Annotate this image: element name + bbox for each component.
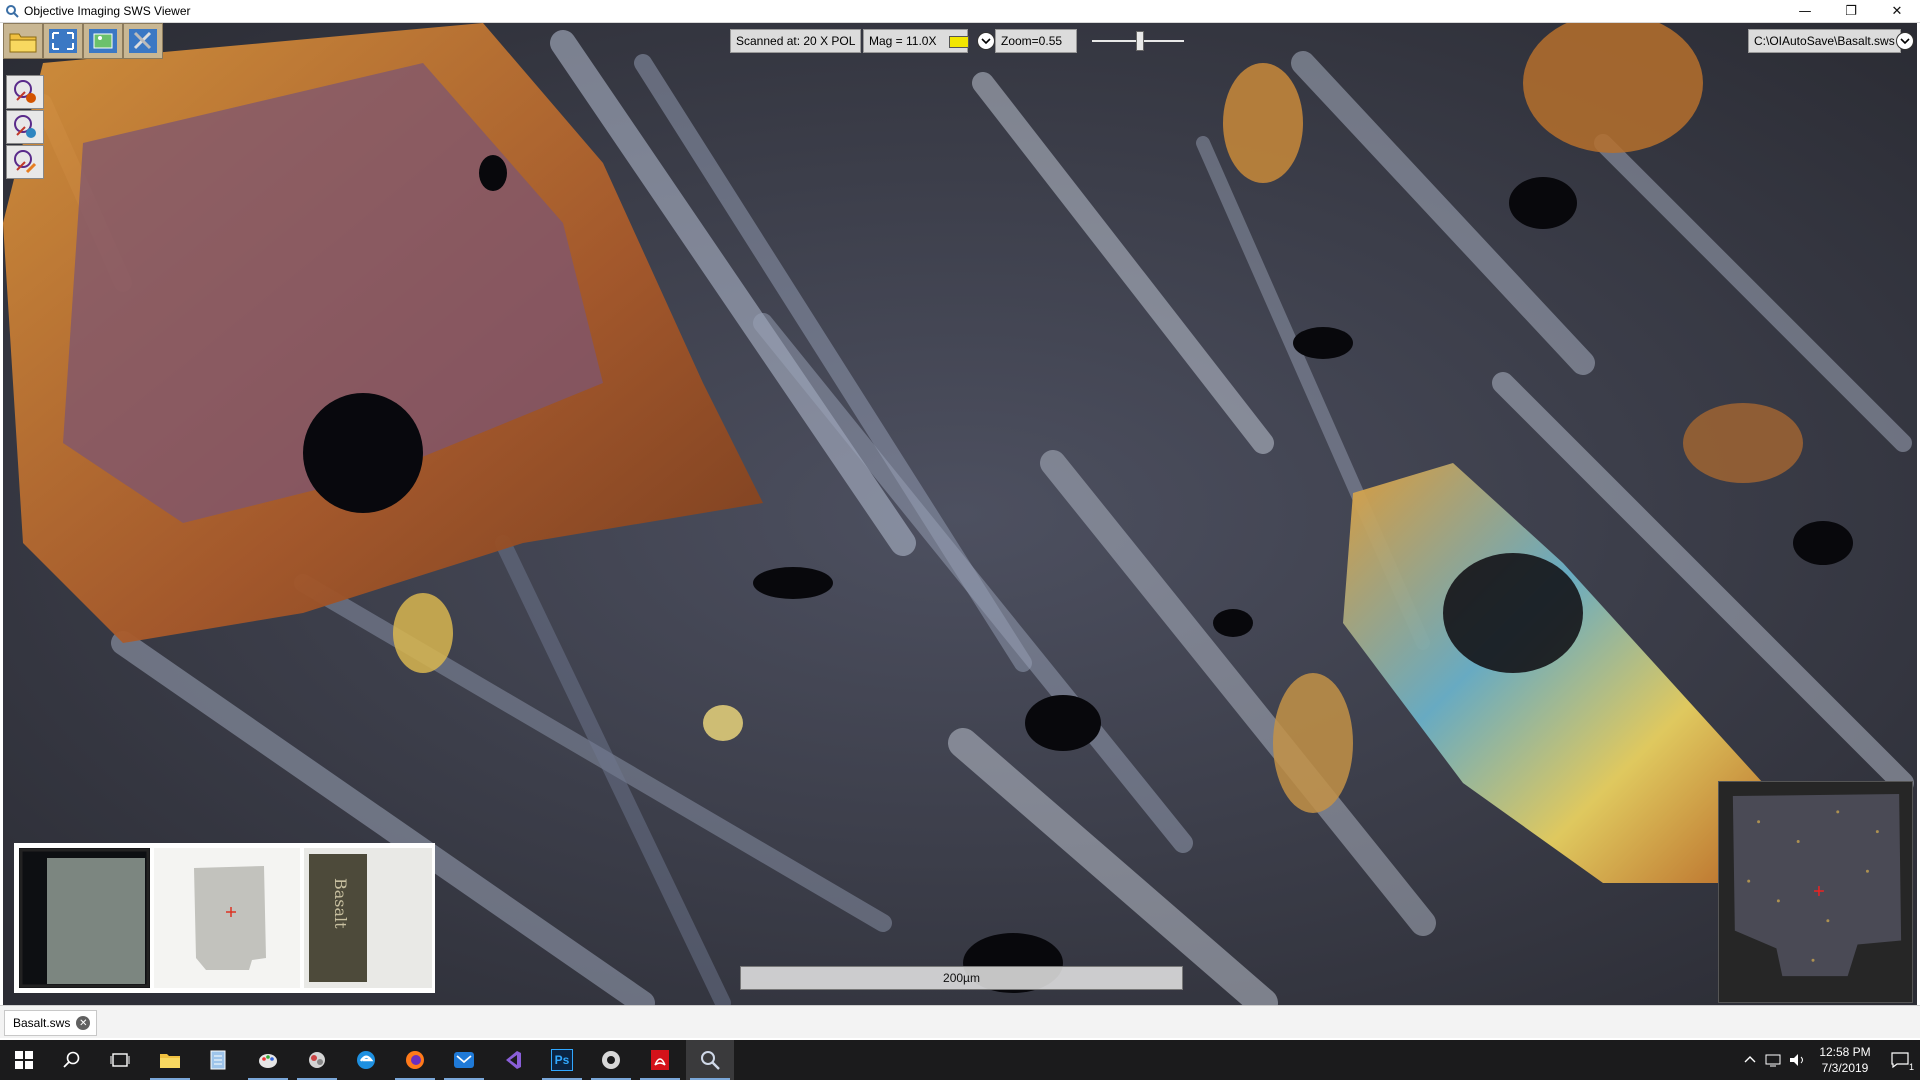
mag-dropdown-button[interactable]: [977, 32, 995, 50]
scale-bar-label: 200µm: [943, 971, 980, 985]
taskbar-file-explorer[interactable]: [146, 1040, 194, 1080]
photoshop-icon-label: Ps: [554, 1053, 570, 1067]
taskbar-email[interactable]: [440, 1040, 488, 1080]
annotate-edit-icon: [14, 150, 37, 174]
windows-taskbar: Ps 12:58 PM 7/3/2019 1: [0, 1040, 1920, 1080]
notepad-icon: [210, 1050, 226, 1070]
system-tray: 12:58 PM 7/3/2019 1: [1738, 1040, 1920, 1080]
edge-icon: [357, 1051, 375, 1069]
network-icon[interactable]: [1762, 1052, 1786, 1068]
taskbar-visual-studio[interactable]: [489, 1040, 537, 1080]
chevron-down-icon: [981, 38, 991, 45]
notification-count-badge: 1: [1908, 1062, 1914, 1072]
window-title: Objective Imaging SWS Viewer: [24, 4, 191, 18]
annotate-add-button[interactable]: [6, 75, 44, 109]
taskbar-edge[interactable]: [342, 1040, 390, 1080]
clock-time: 12:58 PM: [1819, 1045, 1871, 1059]
app-icon: [309, 1052, 325, 1068]
slide-overview-thumbnail[interactable]: [154, 848, 300, 988]
minimize-button[interactable]: —: [1782, 0, 1828, 22]
zoom-label: Zoom=0.55: [995, 29, 1077, 53]
file-dropdown-button[interactable]: [1896, 32, 1914, 50]
zoom-slider-thumb[interactable]: [1136, 31, 1144, 51]
sws-viewer-icon: [701, 1051, 720, 1070]
slide-label-text: Basalt: [331, 878, 350, 929]
start-icon: [15, 1051, 33, 1069]
restore-button[interactable]: ❐: [1828, 0, 1874, 22]
annotate-info-button[interactable]: [6, 110, 44, 144]
notification-icon: [1891, 1052, 1909, 1068]
taskbar-app[interactable]: [293, 1040, 341, 1080]
chevron-down-icon: [1900, 38, 1910, 45]
navigator-minimap[interactable]: [1718, 781, 1913, 1003]
taskbar-notepad[interactable]: [194, 1040, 242, 1080]
taskbar-firefox[interactable]: [391, 1040, 439, 1080]
search-button[interactable]: [48, 1040, 96, 1080]
taskbar-photoshop[interactable]: Ps: [538, 1040, 586, 1080]
email-icon: [454, 1052, 474, 1068]
app-logo-icon: [6, 5, 19, 18]
slide-label-thumbnail[interactable]: [19, 848, 150, 988]
open-file-button[interactable]: [3, 23, 43, 59]
taskbar-sws-viewer[interactable]: [686, 1040, 734, 1080]
volume-icon[interactable]: [1786, 1052, 1810, 1068]
document-tab-label: Basalt.sws: [13, 1016, 71, 1030]
annotate-edit-button[interactable]: [6, 145, 44, 179]
taskbar-media[interactable]: [587, 1040, 635, 1080]
visual-studio-icon: [506, 1051, 521, 1069]
taskbar-paint[interactable]: [244, 1040, 292, 1080]
tools-button[interactable]: [123, 23, 163, 59]
window-controls: — ❐ ✕: [1782, 0, 1920, 22]
fit-to-window-button[interactable]: [43, 23, 83, 59]
taskbar-acrobat[interactable]: [636, 1040, 684, 1080]
annotate-info-icon: [14, 115, 36, 138]
system-clock[interactable]: 12:58 PM 7/3/2019: [1810, 1044, 1880, 1076]
search-icon: [63, 1051, 80, 1068]
title-bar: Objective Imaging SWS Viewer — ❐ ✕: [0, 0, 1920, 23]
open-folder-icon: [9, 33, 37, 53]
task-view-button[interactable]: [96, 1040, 144, 1080]
scale-bar: 200µm: [740, 966, 1183, 990]
annotate-add-icon: [14, 80, 36, 103]
tools-icon: [129, 29, 157, 53]
task-view-icon: [110, 1053, 130, 1067]
mag-color-swatch: [949, 36, 969, 48]
file-path-field: C:\OIAutoSave\Basalt.sws: [1748, 29, 1901, 53]
notification-center-button[interactable]: 1: [1880, 1040, 1920, 1080]
firefox-icon: [406, 1051, 424, 1069]
slide-overview-panel: Basalt: [14, 843, 435, 993]
clock-date: 7/3/2019: [1821, 1061, 1869, 1075]
close-button[interactable]: ✕: [1874, 0, 1920, 22]
zoom-slider[interactable]: [1088, 29, 1188, 53]
acrobat-icon: [651, 1050, 669, 1070]
document-tab[interactable]: Basalt.sws ✕: [4, 1010, 98, 1036]
magnification-value: Mag = 11.0X: [869, 34, 937, 48]
close-tab-icon[interactable]: ✕: [76, 1016, 91, 1030]
main-toolbar: [3, 23, 163, 59]
fit-to-window-icon: [49, 29, 77, 53]
start-button[interactable]: [0, 1040, 48, 1080]
scan-objective-label: Scanned at: 20 X POL: [730, 29, 862, 53]
annotation-toolbar: [6, 75, 44, 180]
image-viewer[interactable]: Scanned at: 20 X POL Mag = 11.0X Zoom=0.…: [3, 23, 1917, 1005]
photoshop-icon: Ps: [551, 1049, 573, 1071]
chevron-up-icon[interactable]: [1738, 1052, 1762, 1068]
document-tab-strip: Basalt.sws ✕: [0, 1005, 1920, 1038]
image-adjust-button[interactable]: [83, 23, 123, 59]
image-adjust-icon: [89, 29, 117, 53]
media-icon: [602, 1051, 620, 1069]
file-explorer-icon: [160, 1054, 180, 1068]
paint-icon: [259, 1054, 277, 1068]
slide-label-photo[interactable]: Basalt: [304, 848, 432, 988]
